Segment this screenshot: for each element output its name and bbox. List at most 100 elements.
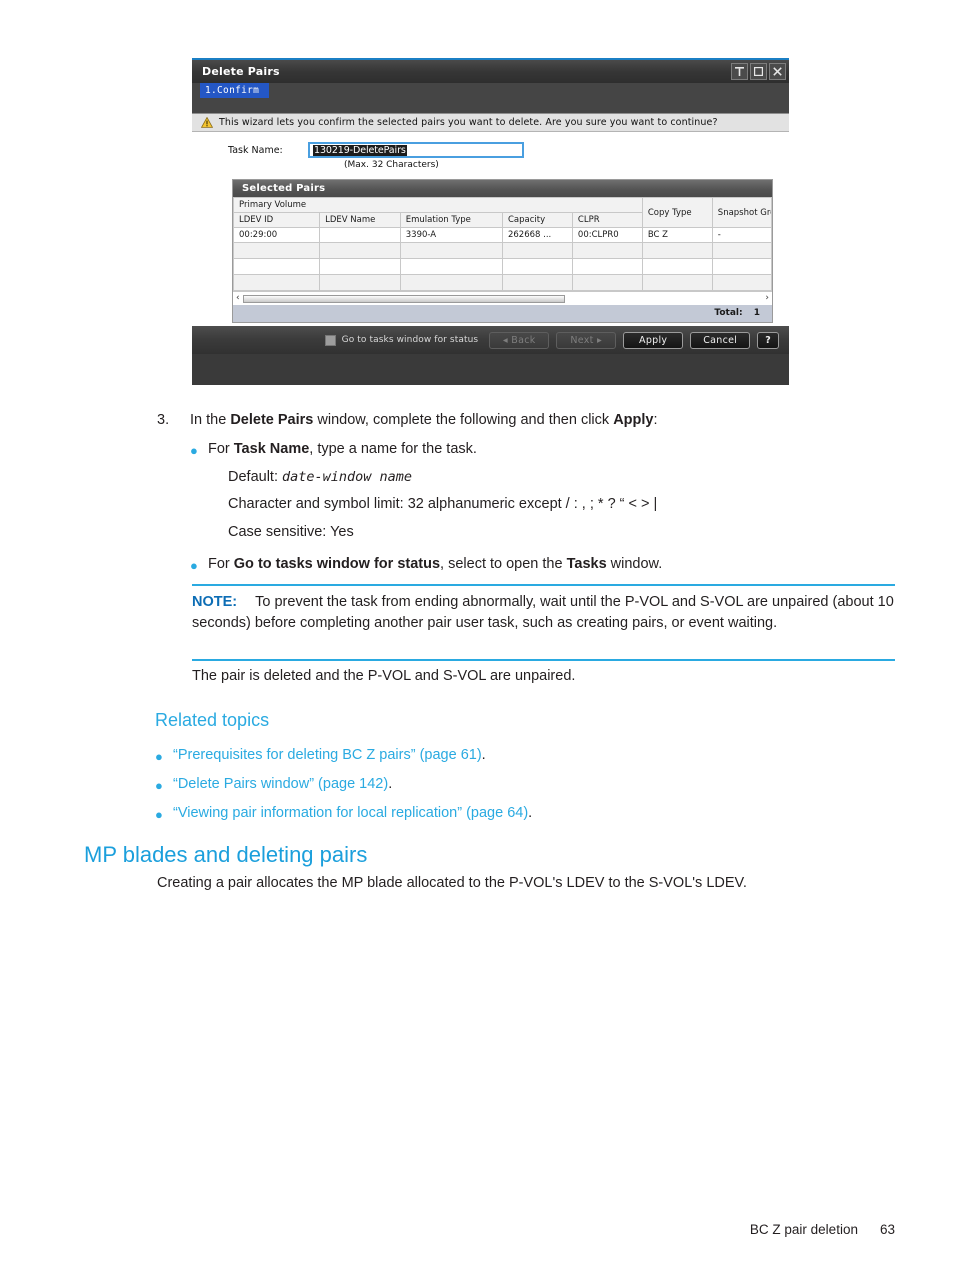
- scrollbar-thumb[interactable]: [242, 294, 565, 303]
- section-heading-mp-blades: MP blades and deleting pairs: [84, 842, 368, 867]
- cell-capacity: 262668 ...: [501, 227, 573, 243]
- cancel-button[interactable]: Cancel: [690, 331, 751, 349]
- help-button[interactable]: ?: [757, 331, 779, 349]
- section-paragraph: Creating a pair allocates the MP blade a…: [157, 875, 747, 891]
- column-header-copy-type[interactable]: Copy Type: [641, 197, 713, 228]
- bullet-icon: ●: [155, 778, 163, 793]
- column-header-emulation-type[interactable]: Emulation Type: [399, 212, 503, 228]
- after-note-text: The pair is deleted and the P-VOL and S-…: [192, 668, 576, 684]
- cell-empty: [501, 274, 573, 291]
- cell-empty: [641, 258, 713, 275]
- default-value: date-window name: [282, 469, 413, 485]
- selected-pairs-table: Primary Volume Copy Type Snapshot Group …: [232, 197, 773, 291]
- cell-empty: [571, 274, 643, 291]
- related-link-item-1: ● “Prerequisites for deleting BC Z pairs…: [155, 745, 895, 766]
- selected-pairs-title: Selected Pairs: [233, 180, 772, 197]
- back-button[interactable]: ◂ Back: [489, 331, 550, 349]
- cell-empty: [571, 242, 643, 259]
- note-text: To prevent the task from ending abnormal…: [192, 594, 894, 631]
- task-name-label: Task Name:: [228, 144, 283, 156]
- column-header-ldev-name[interactable]: LDEV Name: [319, 212, 401, 228]
- column-header-snapshot-group[interactable]: Snapshot Group: [711, 197, 773, 228]
- cell-empty: [319, 242, 401, 259]
- table-row-empty: [232, 258, 773, 275]
- cell-empty: [501, 258, 573, 275]
- default-label: Default:: [228, 469, 282, 485]
- column-header-ldev-id[interactable]: LDEV ID: [232, 212, 321, 228]
- cell-empty: [641, 274, 713, 291]
- cell-empty: [399, 242, 503, 259]
- cell-empty: [319, 274, 401, 291]
- b1-prefix: For: [208, 441, 234, 457]
- delete-pairs-dialog-screenshot: Delete Pairs 1.Confirm This wizard lets …: [192, 58, 789, 385]
- cell-empty: [501, 242, 573, 259]
- total-label: Total:: [714, 308, 743, 318]
- close-icon[interactable]: [769, 63, 786, 80]
- cell-empty: [399, 258, 503, 275]
- scroll-right-icon[interactable]: ›: [765, 294, 769, 303]
- related-topics-heading: Related topics: [155, 710, 270, 730]
- cell-emulation-type: 3390-A: [399, 227, 503, 243]
- table-row-empty: [232, 274, 773, 291]
- group-header-primary-volume: Primary Volume: [233, 197, 643, 213]
- apply-button[interactable]: Apply: [623, 331, 684, 349]
- cell-empty: [399, 274, 503, 291]
- table-total-bar: Total: 1: [233, 305, 772, 322]
- cell-empty: [232, 242, 321, 259]
- cell-empty: [319, 258, 401, 275]
- wizard-notice-bar: This wizard lets you confirm the selecte…: [192, 113, 789, 132]
- collapse-icon[interactable]: [731, 63, 748, 80]
- note-rule-bottom: [192, 659, 895, 661]
- cell-empty: [232, 274, 321, 291]
- b2-bold2: Tasks: [566, 556, 607, 572]
- related-link-1-tail: .: [481, 747, 486, 763]
- step-bold-delete-pairs: Delete Pairs: [230, 412, 314, 428]
- task-name-value: 130219-DeletePairs: [313, 144, 407, 156]
- cell-empty: [232, 258, 321, 275]
- warning-icon: [201, 117, 213, 128]
- step-text: In the Delete Pairs window, complete the…: [190, 412, 658, 428]
- table-row[interactable]: 00:29:00 3390-A 262668 ... 00:CLPR0 BC Z…: [232, 227, 773, 243]
- b1-suffix: , type a name for the task.: [309, 441, 477, 457]
- table-horizontal-scrollbar[interactable]: ‹ ›: [233, 291, 772, 305]
- cell-empty: [711, 242, 773, 259]
- step-number: 3.: [157, 412, 170, 428]
- related-link-2-text: “Delete Pairs window” (page 142): [173, 776, 389, 792]
- next-label: Next: [570, 334, 594, 346]
- maximize-icon[interactable]: [750, 63, 767, 80]
- cell-empty: [571, 258, 643, 275]
- dialog-body: Task Name: 130219-DeletePairs (Max. 32 C…: [192, 132, 789, 326]
- scrollbar-track[interactable]: [242, 294, 763, 303]
- cell-snapshot-group: -: [711, 227, 773, 243]
- cell-clpr: 00:CLPR0: [571, 227, 643, 243]
- cell-ldev-id: 00:29:00: [232, 227, 321, 243]
- related-link-1[interactable]: “Prerequisites for deleting BC Z pairs” …: [173, 745, 486, 766]
- task-name-row: Task Name: 130219-DeletePairs: [192, 132, 789, 158]
- back-label: Back: [511, 334, 536, 346]
- related-link-2-tail: .: [388, 776, 393, 792]
- note-block: NOTE: To prevent the task from ending ab…: [192, 592, 897, 633]
- go-to-tasks-label: Go to tasks window for status: [341, 335, 479, 345]
- bullet-go-to-tasks: ● For Go to tasks window for status, sel…: [190, 554, 890, 575]
- scroll-left-icon[interactable]: ‹: [236, 294, 240, 303]
- task-name-input[interactable]: 130219-DeletePairs: [308, 142, 524, 158]
- cell-empty: [711, 258, 773, 275]
- column-header-clpr[interactable]: CLPR: [571, 212, 643, 228]
- go-to-tasks-checkbox[interactable]: [324, 334, 336, 346]
- dialog-title: Delete Pairs: [202, 65, 280, 78]
- step-tab-confirm[interactable]: 1.Confirm: [200, 83, 270, 98]
- bullet-icon: ●: [190, 443, 198, 458]
- column-header-capacity[interactable]: Capacity: [501, 212, 573, 228]
- related-link-3[interactable]: “Viewing pair information for local repl…: [173, 803, 532, 824]
- b2-bold1: Go to tasks window for status: [233, 556, 441, 572]
- dialog-footer: Go to tasks window for status ◂ Back Nex…: [192, 326, 789, 354]
- go-to-tasks-checkbox-wrap[interactable]: Go to tasks window for status: [324, 334, 479, 346]
- next-button[interactable]: Next ▸: [556, 331, 617, 349]
- note-label: NOTE:: [192, 594, 238, 610]
- bullet-task-name: ● For Task Name, type a name for the tas…: [190, 439, 890, 460]
- related-link-item-3: ● “Viewing pair information for local re…: [155, 803, 895, 824]
- notice-text: This wizard lets you confirm the selecte…: [219, 117, 718, 128]
- page-footer: BC Z pair deletion 63: [0, 1222, 954, 1237]
- step-bold-apply: Apply: [613, 412, 654, 428]
- related-link-2[interactable]: “Delete Pairs window” (page 142).: [173, 774, 392, 795]
